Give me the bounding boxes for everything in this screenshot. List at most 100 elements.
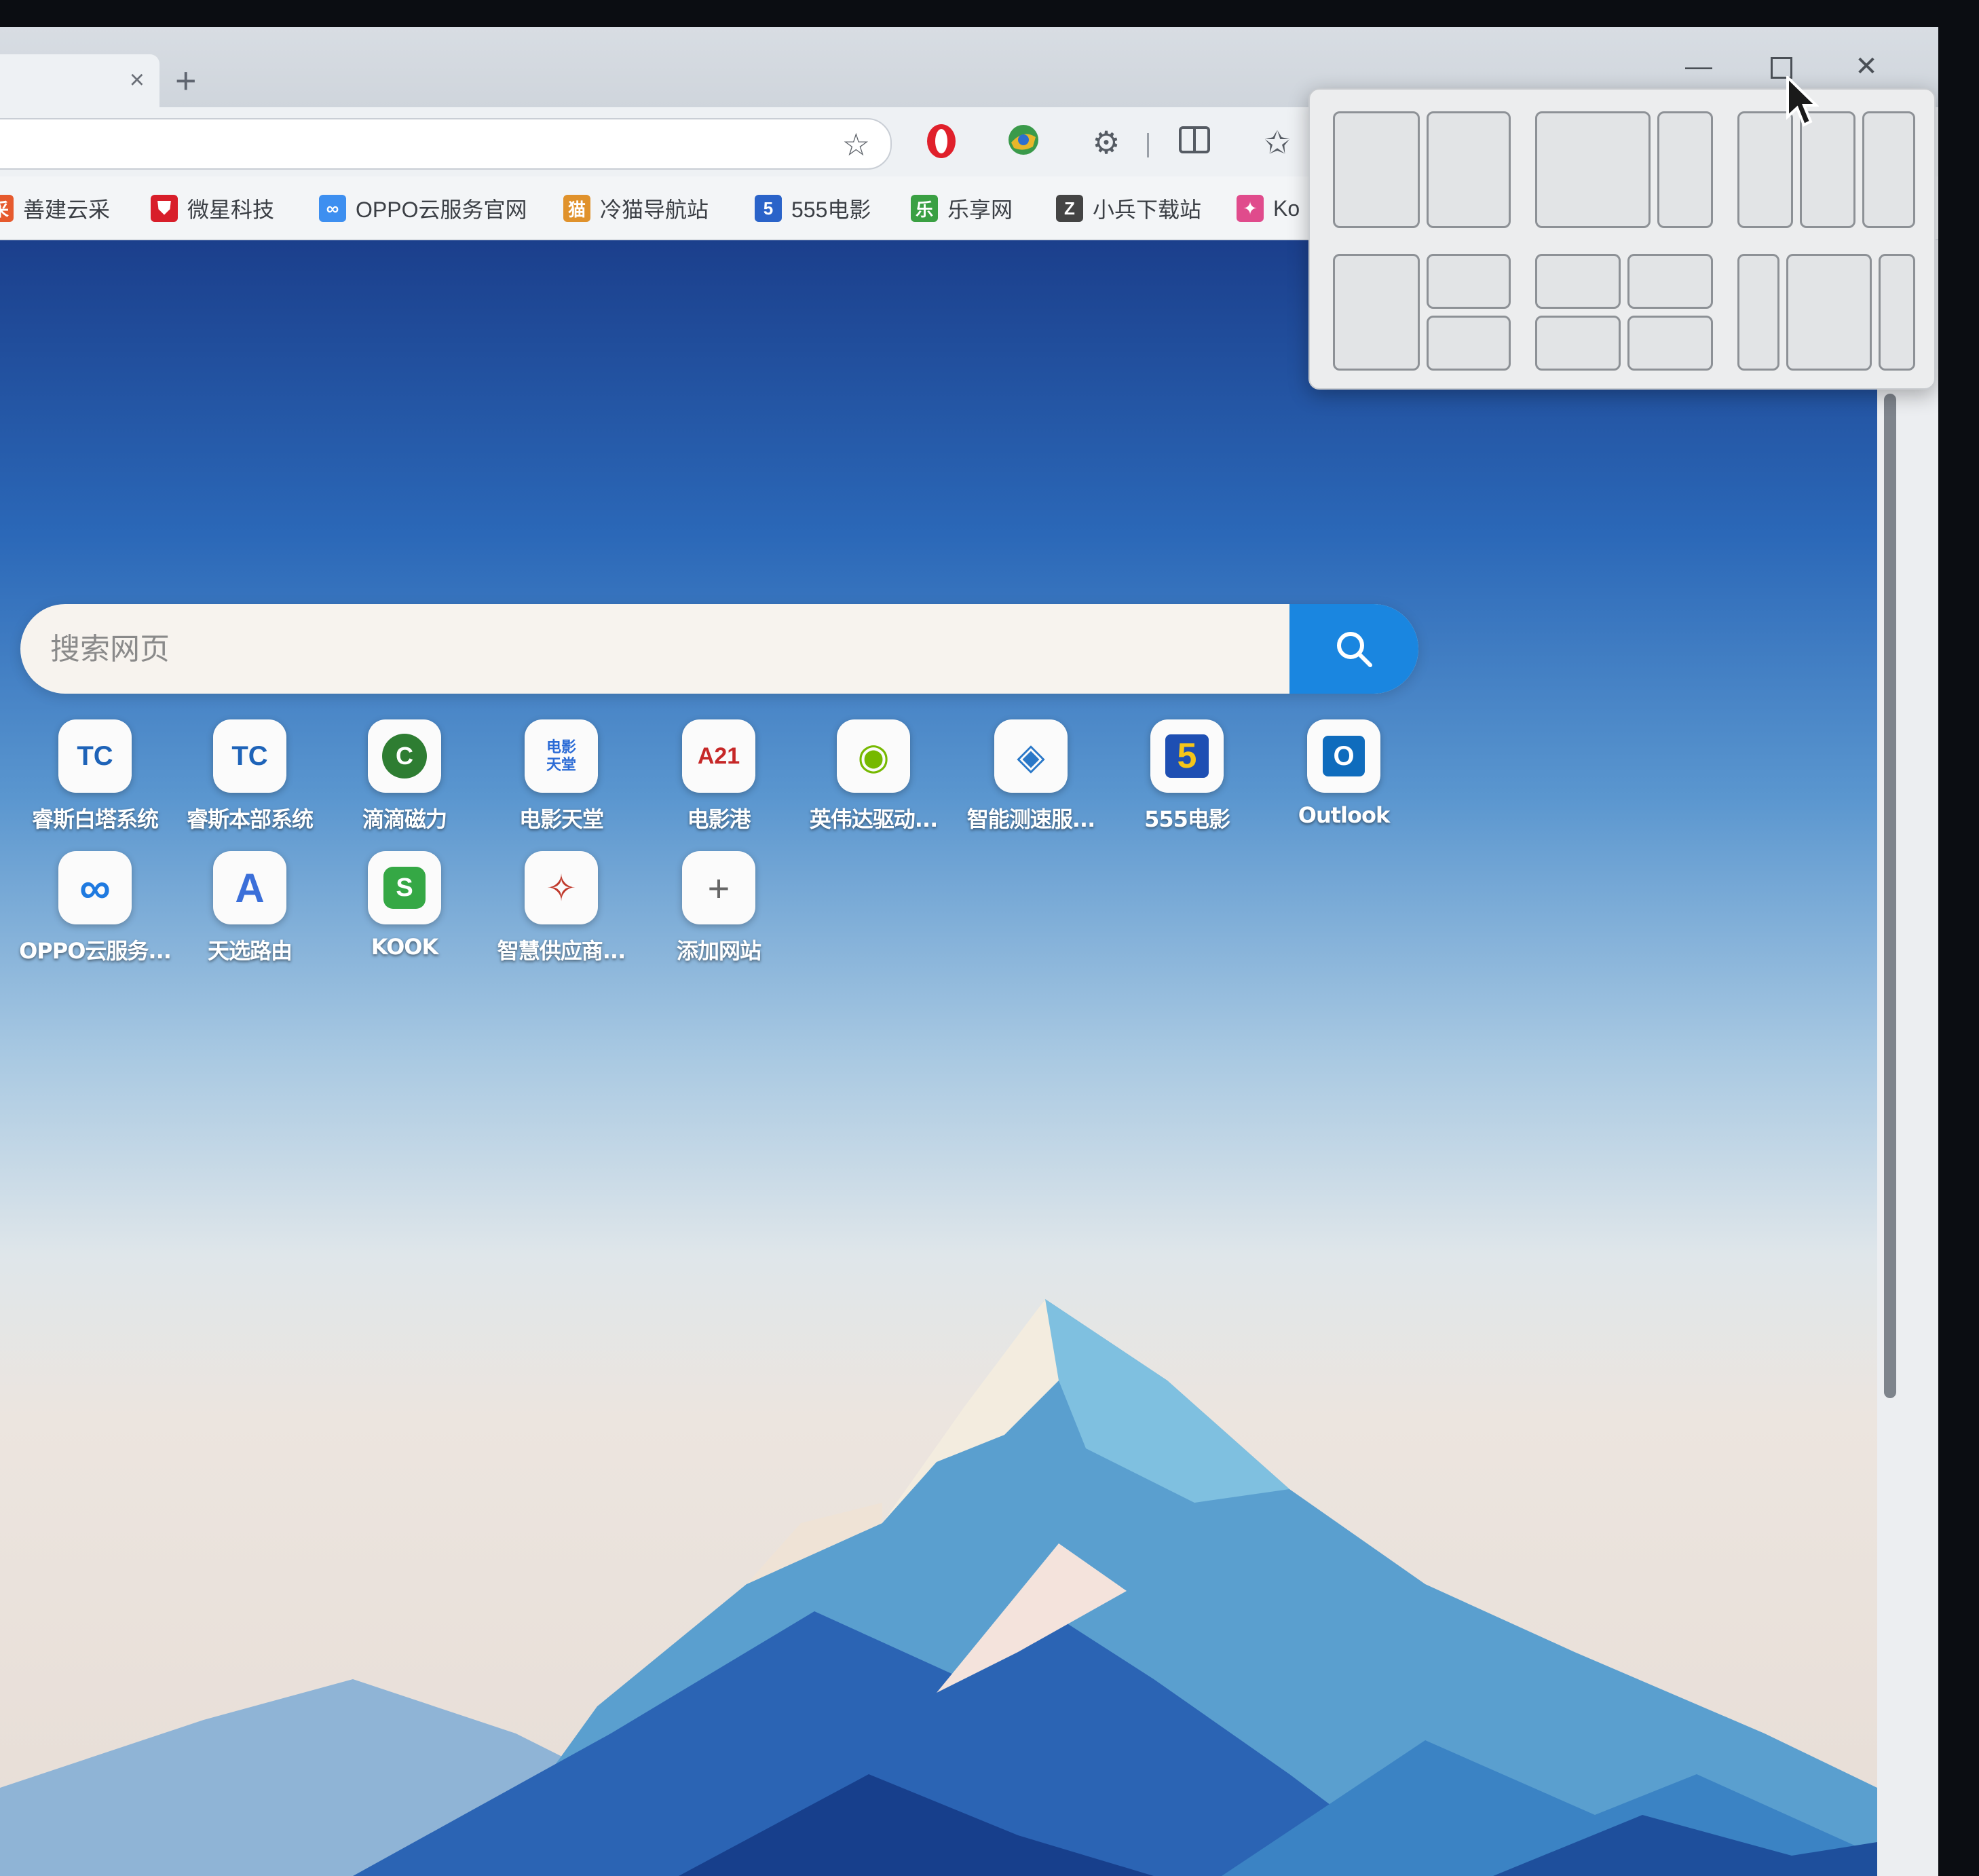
favorites-icon[interactable]: ✩ [1257, 122, 1298, 163]
tile-glyph: TC [231, 740, 268, 771]
quick-link-tile[interactable]: ∞ OPPO云服务... [17, 851, 173, 987]
minimize-button[interactable]: — [1675, 46, 1722, 87]
snap-zone[interactable] [1333, 111, 1420, 228]
magnet-c-icon: C [368, 719, 441, 793]
close-window-button[interactable]: ✕ [1843, 46, 1890, 87]
bookmark-item[interactable]: ⛊ 微星科技 [151, 191, 274, 225]
search-box [20, 604, 1418, 694]
tile-label: 睿斯白塔系统 [31, 806, 159, 832]
snap-zone[interactable] [1657, 111, 1713, 228]
router-arrow-icon: A [213, 851, 286, 924]
add-site-tile[interactable]: + 添加网站 [641, 851, 797, 987]
mountain-wallpaper [0, 1299, 1877, 1876]
oppo-cloud-icon: ∞ [319, 195, 346, 222]
plus-icon: + [682, 851, 755, 924]
playing-card-icon: A21 [682, 719, 755, 793]
china-mobile-icon: ◈ [994, 719, 1068, 793]
bookmark-shanjian-icon: 采 [0, 195, 14, 222]
tile-label: 睿斯本部系统 [186, 806, 314, 832]
msi-shield-icon: ⛊ [151, 195, 178, 222]
lexiang-icon: 乐 [911, 195, 938, 222]
tile-label: 智慧供应商... [497, 938, 626, 964]
snap-zone[interactable] [1535, 111, 1651, 228]
tile-glyph: ◈ [1017, 736, 1045, 777]
bookmark-label: 善建云采 [23, 198, 111, 222]
bookmark-item[interactable]: Z 小兵下载站 [1056, 191, 1201, 225]
xiaobing-icon: Z [1056, 195, 1083, 222]
quick-link-tile[interactable]: O Outlook [1266, 719, 1422, 855]
tile-label: 智能测速服... [966, 806, 1095, 832]
tile-glyph: 5 [1165, 734, 1209, 778]
bookmark-item[interactable]: ✦ Ko [1237, 191, 1300, 225]
bookmark-item[interactable]: 采 善建云采 [0, 191, 110, 225]
tile-glyph: C [382, 734, 427, 778]
quick-link-tile[interactable]: TC 睿斯本部系统 [172, 719, 328, 855]
quick-link-tile[interactable]: 电影天堂 电影天堂 [483, 719, 639, 855]
tile-label: 天选路由 [207, 938, 293, 964]
bookmark-item[interactable]: 乐 乐享网 [911, 191, 1013, 225]
bookmark-label: 小兵下载站 [1093, 198, 1202, 222]
search-button[interactable] [1289, 604, 1418, 694]
nvidia-eye-icon: ◉ [837, 719, 910, 793]
quick-link-tile[interactable]: S KOOK [326, 851, 483, 987]
tile-glyph: 电影天堂 [546, 738, 576, 773]
tile-label: OPPO云服务... [19, 938, 172, 964]
new-tab-icon[interactable]: + [175, 62, 197, 99]
snap-zone[interactable] [1786, 254, 1872, 371]
snap-zone[interactable] [1427, 254, 1511, 309]
split-screen-icon[interactable] [1174, 122, 1215, 163]
bookmark-item[interactable]: 猫 冷猫导航站 [563, 191, 709, 225]
quick-link-tile[interactable]: TC 睿斯白塔系统 [17, 719, 173, 855]
bookmark-label: 555电影 [791, 198, 871, 222]
snap-zone[interactable] [1800, 111, 1855, 228]
snap-zone[interactable] [1627, 316, 1713, 371]
scrollbar-thumb[interactable] [1884, 394, 1896, 1398]
tile-label: 电影港 [687, 806, 751, 832]
quick-link-tile[interactable]: ◈ 智能测速服... [953, 719, 1109, 855]
address-bar[interactable]: ☆ [0, 118, 892, 170]
snap-zone[interactable] [1427, 111, 1511, 228]
tile-glyph: A21 [697, 743, 740, 769]
bookmark-item[interactable]: ∞ OPPO云服务官网 [319, 191, 527, 225]
tile-label: 电影天堂 [519, 806, 604, 832]
snap-zone[interactable] [1879, 254, 1915, 371]
tab-close-icon[interactable]: × [130, 67, 145, 94]
search-input[interactable] [20, 604, 1296, 694]
snap-layout-three-columns [1737, 111, 1915, 228]
quick-link-tile[interactable]: A 天选路由 [172, 851, 328, 987]
extensions-puzzle-icon[interactable]: ⚙ [1086, 122, 1127, 163]
tc-logo-icon: TC [58, 719, 132, 793]
snap-zone[interactable] [1862, 111, 1915, 228]
bookmark-item[interactable]: 5 555电影 [755, 191, 871, 225]
snap-zone[interactable] [1427, 316, 1511, 371]
tile-glyph: TC [77, 740, 113, 771]
mouse-cursor-icon [1786, 76, 1819, 127]
tile-label: 添加网站 [676, 938, 761, 964]
snap-zone[interactable] [1535, 316, 1621, 371]
outlook-icon: O [1307, 719, 1380, 793]
quick-link-tile[interactable]: ✧ 智慧供应商... [483, 851, 639, 987]
search-icon [1337, 632, 1372, 667]
supplier-logo-icon: ✧ [525, 851, 598, 924]
snap-zone[interactable] [1535, 254, 1621, 309]
snap-zone[interactable] [1737, 111, 1793, 228]
opera-icon[interactable] [921, 122, 962, 163]
movie-heaven-icon: 电影天堂 [525, 719, 598, 793]
quick-link-tile[interactable]: C 滴滴磁力 [326, 719, 483, 855]
snap-zone[interactable] [1627, 254, 1713, 309]
oppo-cloud-icon: ∞ [58, 851, 132, 924]
active-tab[interactable]: × [0, 54, 159, 107]
quick-link-tile[interactable]: ◉ 英伟达驱动... [795, 719, 951, 855]
bookmark-star-icon[interactable]: ☆ [842, 126, 870, 163]
snap-layouts-flyout [1308, 88, 1936, 390]
new-tab-page: TC 睿斯白塔系统 TC 睿斯本部系统 C 滴滴磁力 电影天堂 电影天堂 A21… [0, 240, 1877, 1876]
bookmark-label: OPPO云服务官网 [356, 198, 527, 222]
snap-zone[interactable] [1737, 254, 1779, 371]
tile-glyph: ◉ [857, 736, 890, 777]
quick-link-tile[interactable]: A21 电影港 [641, 719, 797, 855]
bookmark-label: 微星科技 [187, 198, 275, 222]
snap-layout-two-halves [1333, 111, 1511, 228]
extension-globe-icon[interactable] [1003, 122, 1044, 163]
quick-link-tile[interactable]: 5 555电影 [1109, 719, 1265, 855]
snap-zone[interactable] [1333, 254, 1420, 371]
